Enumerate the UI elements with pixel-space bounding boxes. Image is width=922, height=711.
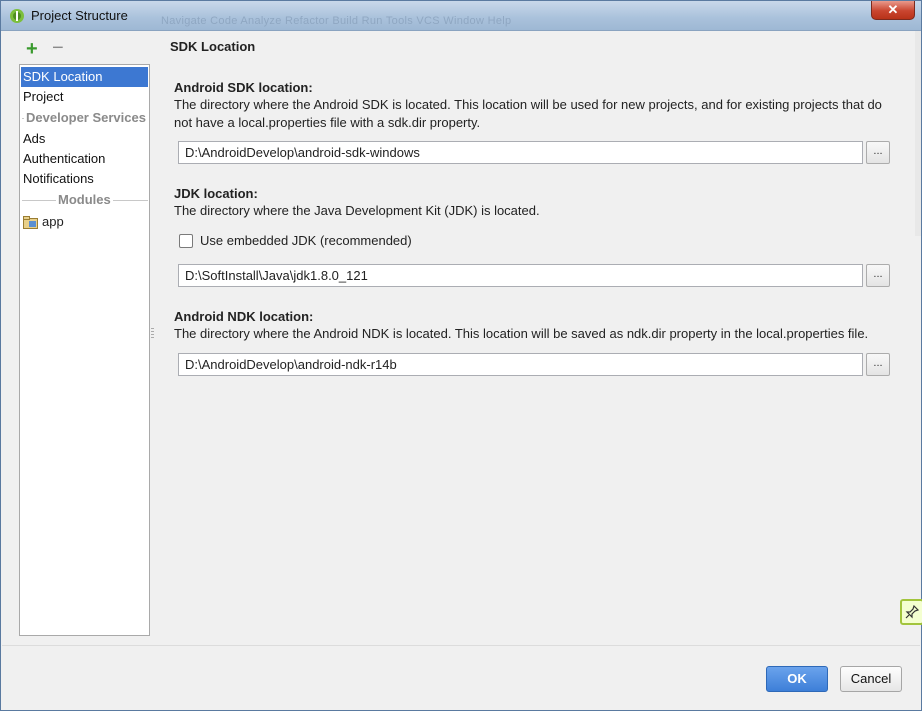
embedded-jdk-checkbox[interactable] xyxy=(179,233,193,248)
title-bar[interactable]: Project Structure Navigate Code Analyze … xyxy=(1,1,921,31)
panel-title: SDK Location xyxy=(170,39,256,54)
embedded-jdk-checkbox-row[interactable]: Use embedded JDK (recommended) xyxy=(179,233,412,248)
add-icon[interactable]: + xyxy=(26,39,38,59)
pin-icon[interactable] xyxy=(900,599,922,625)
sidebar-item-ads[interactable]: Ads xyxy=(20,129,149,149)
android-ndk-description: The directory where the Android NDK is l… xyxy=(174,326,869,341)
cancel-button[interactable]: Cancel xyxy=(840,666,902,692)
android-ndk-browse-button[interactable]: ... xyxy=(866,353,890,376)
background-menu-bar: Navigate Code Analyze Refactor Build Run… xyxy=(161,15,512,27)
android-sdk-description: The directory where the Android SDK is l… xyxy=(174,97,882,130)
embedded-jdk-checkbox-label[interactable]: Use embedded JDK (recommended) xyxy=(200,233,412,248)
close-button[interactable]: ✕ xyxy=(871,1,915,20)
splitter-handle[interactable] xyxy=(151,328,154,340)
sidebar-item-project[interactable]: Project xyxy=(20,87,149,107)
background-scrollbar xyxy=(915,31,921,236)
jdk-browse-button[interactable]: ... xyxy=(866,264,890,287)
modules-header-label: Modules xyxy=(56,192,113,207)
android-ndk-title: Android NDK location: xyxy=(174,309,314,324)
sidebar-item-notifications[interactable]: Notifications xyxy=(20,169,149,189)
module-folder-icon xyxy=(23,215,38,229)
footer-divider xyxy=(2,645,920,646)
remove-icon[interactable]: − xyxy=(52,38,64,58)
android-sdk-browse-button[interactable]: ... xyxy=(866,141,890,164)
project-structure-dialog: Project Structure Navigate Code Analyze … xyxy=(0,0,922,711)
ok-button[interactable]: OK xyxy=(766,666,828,692)
sidebar: SDK Location Project Developer Services … xyxy=(19,64,150,636)
jdk-title: JDK location: xyxy=(174,186,258,201)
window-title: Project Structure xyxy=(31,8,128,23)
sidebar-item-authentication[interactable]: Authentication xyxy=(20,149,149,169)
android-sdk-title: Android SDK location: xyxy=(174,80,313,95)
dialog-content: + − SDK Location Project Developer Servi… xyxy=(2,31,922,710)
developer-services-header: Developer Services xyxy=(20,107,149,129)
jdk-description: The directory where the Java Development… xyxy=(174,203,540,218)
pushpin-icon xyxy=(905,605,919,619)
developer-services-header-label: Developer Services xyxy=(24,110,148,125)
sidebar-item-module-app[interactable]: app xyxy=(20,211,149,233)
sidebar-item-module-app-label: app xyxy=(42,214,64,229)
sidebar-item-sdk-location[interactable]: SDK Location xyxy=(21,67,148,87)
android-ndk-path-input[interactable] xyxy=(178,353,863,376)
modules-header: Modules xyxy=(20,189,149,211)
android-sdk-path-input[interactable] xyxy=(178,141,863,164)
jdk-path-input[interactable] xyxy=(178,264,863,287)
android-studio-icon xyxy=(10,9,24,23)
